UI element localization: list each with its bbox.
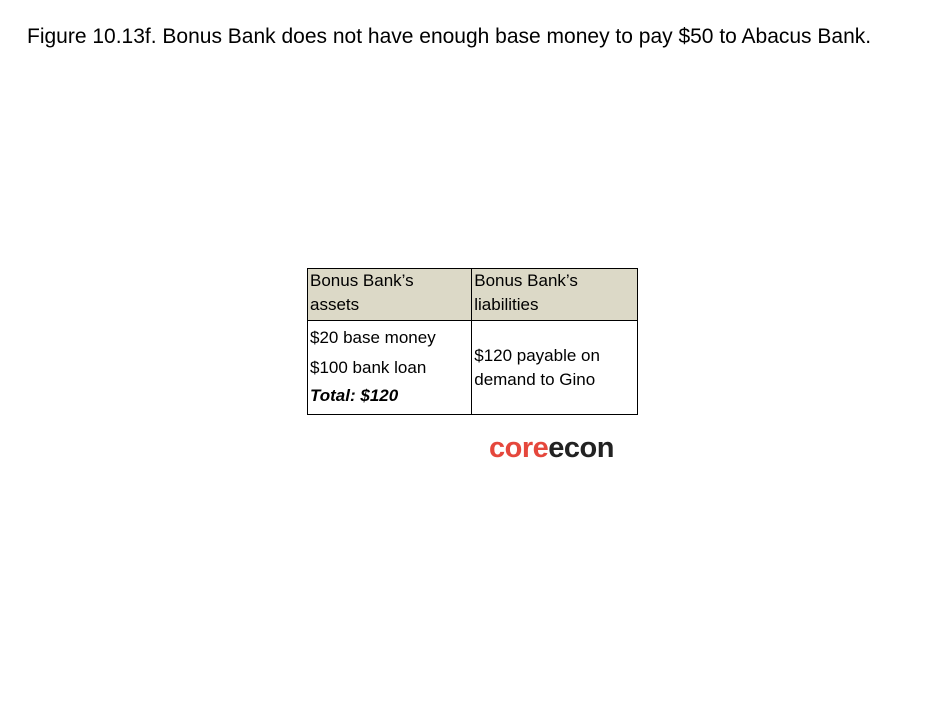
assets-header-line-2: assets	[310, 295, 360, 314]
liability-line-2: demand to Gino	[474, 369, 596, 389]
assets-header: Bonus Bank’s assets	[306, 268, 473, 321]
logo-core-text: core	[489, 432, 549, 464]
figure-caption: Figure 10.13f. Bonus Bank does not have …	[27, 25, 872, 48]
assets-cell: $20 base money $100 bank loan Total: $12…	[306, 320, 473, 415]
liability-line-1: $120 payable on	[474, 345, 600, 365]
logo-econ-text: econ	[548, 432, 614, 464]
liabilities-header: Bonus Bank’s liabilities	[471, 268, 638, 321]
liabilities-cell: $120 payable on demand to Gino	[471, 320, 638, 415]
balance-sheet-table: Bonus Bank’s assets Bonus Bank’s liabili…	[306, 268, 638, 415]
assets-header-line-1: Bonus Bank’s	[310, 271, 414, 290]
asset-base-money: $20 base money	[310, 328, 436, 347]
coreecon-logo: coreecon	[489, 431, 614, 465]
asset-bank-loan: $100 bank loan	[310, 358, 427, 377]
table-body-row: $20 base money $100 bank loan Total: $12…	[306, 320, 638, 415]
liabilities-header-line-1: Bonus Bank’s	[474, 271, 578, 290]
table-header-row: Bonus Bank’s assets Bonus Bank’s liabili…	[306, 268, 638, 321]
liabilities-header-line-2: liabilities	[474, 295, 539, 314]
assets-total: Total: $120	[310, 386, 399, 405]
